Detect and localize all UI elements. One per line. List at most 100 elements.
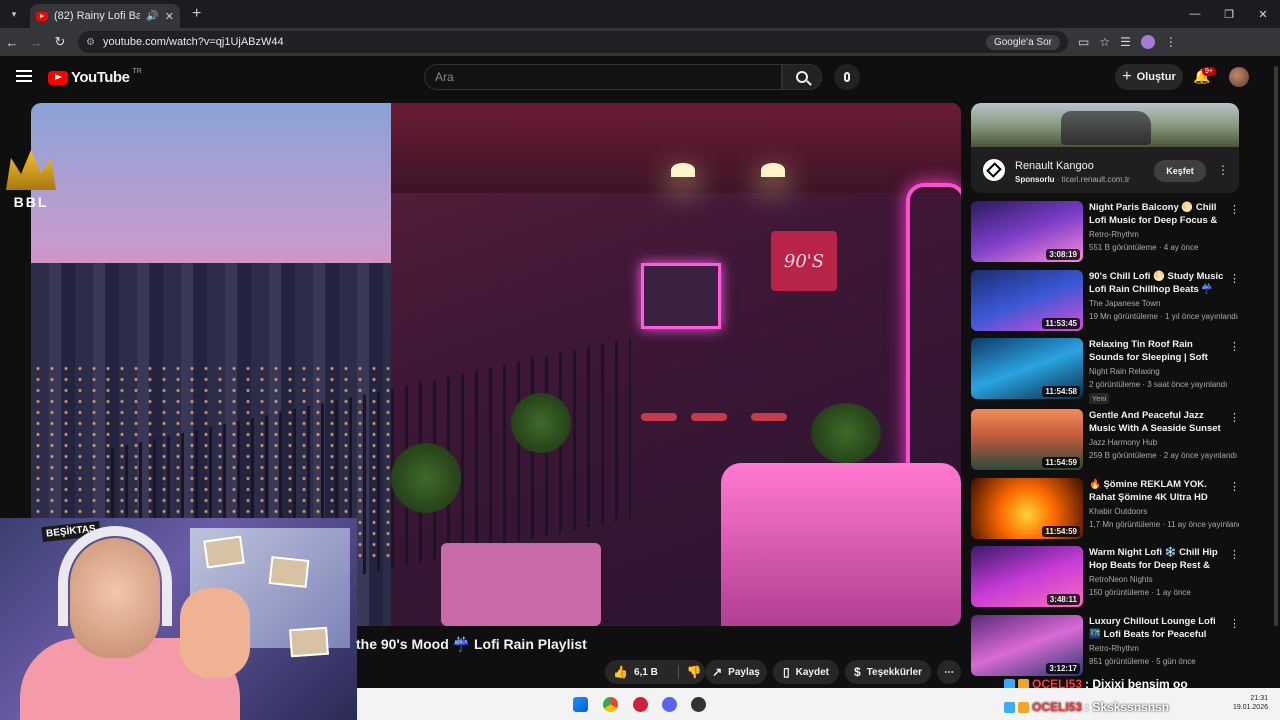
- reload-icon[interactable]: ↻: [48, 34, 72, 50]
- recommended-video[interactable]: 11:53:45 90's Chill Lofi 🌕 Study Music Lo…: [971, 270, 1241, 334]
- voice-search-button[interactable]: [834, 64, 860, 90]
- more-options-icon[interactable]: ⋮: [1229, 617, 1240, 630]
- plus-icon: +: [1122, 68, 1132, 85]
- chrome-icon[interactable]: [603, 697, 618, 712]
- more-options-icon[interactable]: ⋮: [1229, 548, 1240, 561]
- audio-icon[interactable]: 🔊: [146, 11, 158, 22]
- recommended-video[interactable]: 11:54:59 🔥 Şömine REKLAM YOK. Rahat Şömin…: [971, 478, 1241, 542]
- browser-menu-icon[interactable]: ⋮: [1165, 35, 1177, 49]
- video-meta: 2 görüntüleme · 3 saat önce yayınlandı: [1089, 380, 1228, 389]
- tab-title: (82) Rainy Lofi Balcony: [54, 10, 141, 22]
- lamp-icon: [761, 163, 785, 177]
- video-title[interactable]: Night Paris Balcony 🌕 Chill Lofi Music f…: [1089, 201, 1227, 227]
- video-title[interactable]: Warm Night Lofi ❄️ Chill Hip Hop Beats f…: [1089, 546, 1227, 572]
- save-label: Kaydet: [795, 666, 829, 678]
- dislike-icon[interactable]: 👎: [677, 665, 702, 679]
- thanks-button[interactable]: $ Teşekkürler: [845, 660, 931, 684]
- channel-name[interactable]: Night Rain Relaxing: [1089, 367, 1160, 376]
- channel-name[interactable]: Jazz Harmony Hub: [1089, 438, 1157, 447]
- recommended-video[interactable]: 3:08:19 Night Paris Balcony 🌕 Chill Lofi …: [971, 201, 1241, 265]
- chat-text: : Skskssnsnsn: [1085, 700, 1170, 714]
- save-button[interactable]: ▯ Kaydet: [773, 660, 839, 684]
- more-options-icon[interactable]: ⋮: [1229, 340, 1240, 353]
- new-tab-button[interactable]: +: [192, 5, 201, 23]
- notification-badge: 9+: [1202, 67, 1216, 76]
- video-duration: 11:53:45: [1042, 318, 1080, 329]
- profile-icon[interactable]: [1140, 35, 1155, 49]
- back-icon[interactable]: ←: [0, 35, 24, 50]
- like-count[interactable]: 6,1 B: [634, 667, 658, 678]
- more-options-icon[interactable]: ⋮: [1229, 203, 1240, 216]
- bar-stool: [641, 413, 677, 421]
- sponsored-ad[interactable]: Renault Kangoo Sponsorlu · ticari.renaul…: [971, 103, 1239, 193]
- more-options-icon[interactable]: ⋮: [1229, 480, 1240, 493]
- video-title[interactable]: Gentle And Peaceful Jazz Music With A Se…: [1089, 409, 1227, 435]
- video-thumbnail[interactable]: 3:48:11: [971, 546, 1083, 607]
- video-thumbnail[interactable]: 11:53:45: [971, 270, 1083, 331]
- ad-cta-button[interactable]: Keşfet: [1154, 160, 1206, 182]
- video-thumbnail[interactable]: 11:54:59: [971, 409, 1083, 470]
- cast-icon[interactable]: ▭: [1078, 35, 1089, 49]
- channel-name[interactable]: Retro-Rhythm: [1089, 230, 1139, 239]
- reading-list-icon[interactable]: ☰: [1120, 35, 1131, 49]
- channel-name[interactable]: Khabir Outdoors: [1089, 507, 1147, 516]
- video-title[interactable]: 🔥 Şömine REKLAM YOK. Rahat Şömine 4K Ult…: [1089, 478, 1227, 504]
- url-field[interactable]: ⚙ youtube.com/watch?v=qj1UjABzW44 Google…: [78, 31, 1068, 53]
- site-info-icon[interactable]: ⚙: [86, 37, 95, 48]
- browser-tab[interactable]: (82) Rainy Lofi Balcony 🔊 ✕: [30, 4, 180, 28]
- channel-name[interactable]: Retro-Rhythm: [1089, 644, 1139, 653]
- car-image: [1061, 111, 1151, 145]
- plant: [511, 393, 571, 453]
- youtube-logo[interactable]: YouTube TR: [48, 68, 142, 86]
- more-options-icon[interactable]: ⋮: [1229, 411, 1240, 424]
- video-thumbnail[interactable]: 3:12:17: [971, 615, 1083, 676]
- windows-start-icon[interactable]: [573, 697, 588, 712]
- more-options-icon[interactable]: ⋮: [1229, 272, 1240, 285]
- more-icon: ⋯: [944, 666, 954, 678]
- close-tab-icon[interactable]: ✕: [165, 10, 174, 23]
- video-thumbnail[interactable]: 3:08:19: [971, 201, 1083, 262]
- video-title[interactable]: Relaxing Tin Roof Rain Sounds for Sleepi…: [1089, 338, 1227, 364]
- share-button[interactable]: ↗ Paylaş: [705, 660, 767, 684]
- video-title[interactable]: Luxury Chillout Lounge Lofi 🌃 Lofi Beats…: [1089, 615, 1227, 641]
- video-duration: 11:54:58: [1042, 386, 1080, 397]
- more-actions-button[interactable]: ⋯: [937, 660, 961, 684]
- menu-icon[interactable]: [16, 70, 32, 82]
- app-icon[interactable]: [633, 697, 648, 712]
- video-title[interactable]: 90's Chill Lofi 🌕 Study Music Lofi Rain …: [1089, 270, 1227, 296]
- page-scrollbar[interactable]: [1272, 56, 1280, 686]
- taskbar-clock[interactable]: 21:31 19.01.2026: [1233, 694, 1268, 712]
- minimize-icon[interactable]: —: [1178, 0, 1212, 28]
- recommended-video[interactable]: 11:54:58 Relaxing Tin Roof Rain Sounds fo…: [971, 338, 1241, 404]
- tab-search-icon[interactable]: ▾: [6, 6, 22, 22]
- chat-message: OCELI53 : Skskssnsnsn: [1004, 699, 1169, 715]
- avatar[interactable]: [1229, 67, 1249, 87]
- obs-icon[interactable]: [691, 697, 706, 712]
- search-button[interactable]: [782, 64, 822, 90]
- bookmark-star-icon[interactable]: ☆: [1099, 35, 1110, 49]
- channel-name[interactable]: RetroNeon Nights: [1089, 575, 1153, 584]
- channel-name[interactable]: The Japanese Town: [1089, 299, 1160, 308]
- scrollbar-thumb[interactable]: [1274, 66, 1278, 626]
- video-thumbnail[interactable]: 11:54:58: [971, 338, 1083, 399]
- restore-icon[interactable]: ❐: [1212, 0, 1246, 28]
- google-ask-button[interactable]: Google'a Sor: [985, 34, 1060, 50]
- badge-icon: [1018, 701, 1029, 713]
- search-input[interactable]: Ara: [424, 64, 782, 90]
- microphone-icon: [844, 72, 850, 82]
- ad-more-icon[interactable]: ⋮: [1217, 163, 1229, 177]
- video-thumbnail[interactable]: 11:54:59: [971, 478, 1083, 539]
- recommended-video[interactable]: 3:48:11 Warm Night Lofi ❄️ Chill Hip Hop …: [971, 546, 1241, 610]
- forward-icon[interactable]: →: [24, 35, 48, 50]
- thanks-icon: $: [853, 665, 861, 679]
- like-icon[interactable]: 👍: [613, 665, 628, 679]
- discord-icon[interactable]: [662, 697, 677, 712]
- recommended-video[interactable]: 3:12:17 Luxury Chillout Lounge Lofi 🌃 Lof…: [971, 615, 1241, 679]
- video-duration: 11:54:59: [1042, 526, 1080, 537]
- create-button[interactable]: + Oluştur: [1115, 64, 1183, 90]
- video-duration: 11:54:59: [1042, 457, 1080, 468]
- recommended-video[interactable]: 11:54:59 Gentle And Peaceful Jazz Music W…: [971, 409, 1241, 473]
- bar-stool: [751, 413, 787, 421]
- close-window-icon[interactable]: ✕: [1246, 0, 1280, 28]
- share-icon: ↗: [712, 665, 723, 679]
